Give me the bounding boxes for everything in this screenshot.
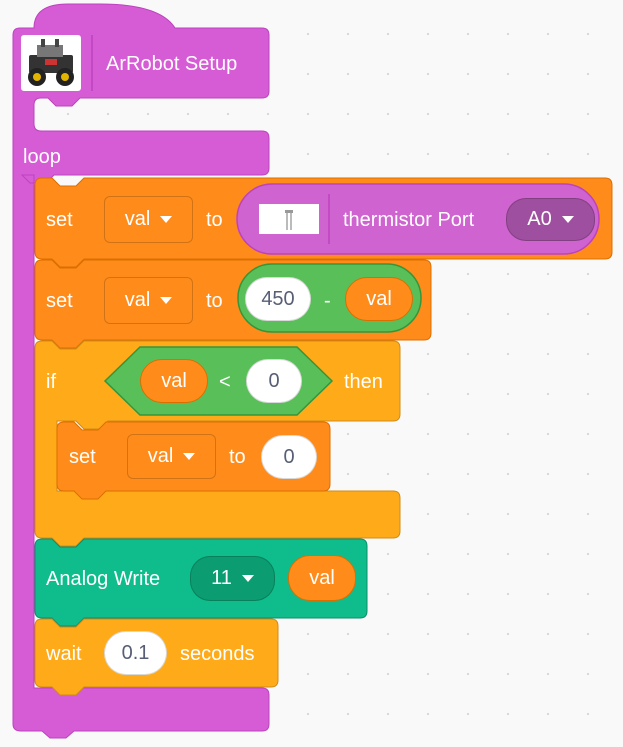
compare-right-input[interactable]: 0 [246,359,302,403]
set3-to-label: to [229,446,246,468]
hat-title: ArRobot Setup [106,53,238,75]
set2-to-label: to [206,290,223,312]
arrobot-icon [21,35,81,91]
then-label: then [344,371,383,393]
set2-variable-value: val [124,289,151,311]
dropdown-caret-icon [561,216,574,223]
wait-label: wait [46,643,82,665]
pin-dropdown[interactable]: 11 [190,556,275,601]
port-dropdown[interactable]: A0 [506,198,595,241]
subtract-right-variable[interactable]: val [345,277,413,321]
set3-value-input[interactable]: 0 [261,435,317,479]
set1-variable-value: val [124,208,151,230]
dropdown-caret-icon [160,216,173,223]
thermistor-label: thermistor Port [343,209,475,231]
subtract-operator-label: - [324,290,331,312]
set3-set-label: set [69,446,96,468]
pin-value: 11 [211,567,232,589]
seconds-label: seconds [180,643,255,665]
thermistor-icon [259,204,319,234]
dropdown-caret-icon [160,297,173,304]
dropdown-caret-icon [241,575,254,582]
analog-value-variable[interactable]: val [288,555,356,601]
compare-operator-label: < [219,371,231,393]
if-label: if [46,371,56,393]
set2-variable-dropdown[interactable]: val [104,277,193,324]
wait-seconds-input[interactable]: 0.1 [104,631,167,675]
set3-variable-dropdown[interactable]: val [127,434,216,479]
subtract-left-input[interactable]: 450 [245,277,311,321]
block-shapes [12,3,613,739]
set1-variable-dropdown[interactable]: val [104,196,193,243]
set1-set-label: set [46,209,73,231]
dropdown-caret-icon [183,453,196,460]
port-value: A0 [527,208,552,230]
set2-set-label: set [46,290,73,312]
set3-variable-value: val [147,445,174,467]
set1-to-label: to [206,209,223,231]
compare-left-variable[interactable]: val [140,359,208,403]
analog-write-label: Analog Write [46,568,161,590]
loop-label: loop [23,146,61,168]
